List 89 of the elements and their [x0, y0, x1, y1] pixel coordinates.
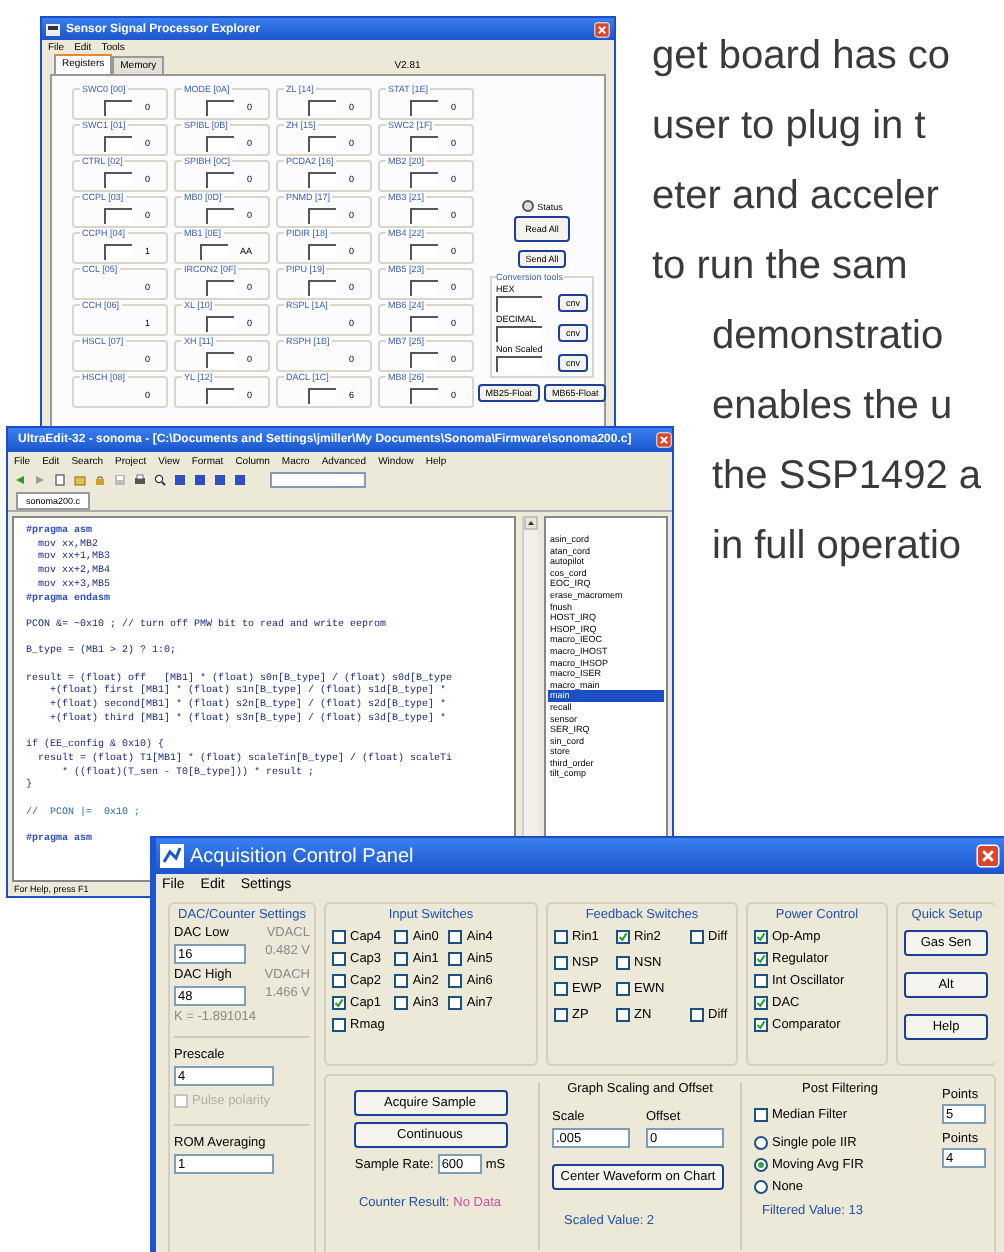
- checkbox[interactable]: [554, 930, 568, 944]
- article-text-line: user to plug in t: [652, 102, 928, 150]
- app-icon: [46, 23, 60, 35]
- register-field[interactable]: [410, 315, 439, 331]
- checkbox[interactable]: [616, 1008, 630, 1022]
- register-field[interactable]: [410, 171, 439, 187]
- register-field[interactable]: [308, 387, 337, 403]
- register-field[interactable]: [308, 243, 337, 259]
- close-icon[interactable]: [594, 21, 610, 37]
- checkbox[interactable]: [394, 974, 409, 988]
- status-led-icon: [521, 200, 534, 212]
- register-field[interactable]: [308, 171, 337, 187]
- close-icon[interactable]: [655, 432, 672, 448]
- square-icon[interactable]: [234, 474, 246, 486]
- article-text-line: get board has co: [652, 32, 952, 80]
- register-field[interactable]: [410, 99, 439, 115]
- register-field[interactable]: [104, 243, 133, 259]
- checkbox[interactable]: [448, 952, 463, 966]
- checkbox[interactable]: [754, 930, 768, 944]
- checkbox[interactable]: [754, 974, 768, 988]
- article-text-line: to run the sam: [652, 242, 910, 290]
- register-field[interactable]: [206, 171, 235, 187]
- register-field[interactable]: [410, 243, 439, 259]
- window-title: Acquisition Control Panel: [190, 845, 414, 867]
- radio-button[interactable]: [754, 1136, 768, 1150]
- register-field[interactable]: [308, 99, 337, 115]
- register-field[interactable]: [410, 351, 439, 367]
- register-field[interactable]: [308, 207, 337, 223]
- register-field[interactable]: [410, 279, 439, 295]
- checkbox[interactable]: [754, 1018, 768, 1032]
- register-field[interactable]: [104, 99, 133, 115]
- checkbox[interactable]: [332, 952, 346, 966]
- checkbox[interactable]: [448, 974, 463, 988]
- register-field[interactable]: [206, 351, 235, 367]
- checkbox[interactable]: [554, 982, 568, 996]
- register-field[interactable]: [206, 387, 235, 403]
- register-field[interactable]: [206, 135, 235, 151]
- checkbox[interactable]: [332, 1018, 346, 1032]
- register-field[interactable]: [206, 99, 235, 115]
- checkbox[interactable]: [394, 996, 409, 1010]
- checkbox[interactable]: [554, 956, 568, 970]
- square-icon[interactable]: [214, 474, 226, 486]
- register-field[interactable]: [410, 387, 439, 403]
- checkbox[interactable]: [448, 930, 463, 944]
- folder-icon[interactable]: [74, 474, 86, 486]
- checkbox[interactable]: [332, 996, 346, 1010]
- checkbox[interactable]: [332, 930, 346, 944]
- dropdown-field[interactable]: [270, 472, 366, 488]
- checkbox[interactable]: [394, 930, 409, 944]
- checkbox[interactable]: [690, 1008, 704, 1022]
- checkbox[interactable]: [616, 930, 630, 944]
- conversion-field[interactable]: [496, 355, 542, 371]
- register-field[interactable]: [104, 135, 133, 151]
- checkbox[interactable]: [332, 974, 346, 988]
- register-field[interactable]: [206, 279, 235, 295]
- register-field[interactable]: [206, 315, 235, 331]
- printer-icon[interactable]: [134, 474, 146, 486]
- checkbox[interactable]: [754, 1108, 768, 1122]
- register-field[interactable]: [308, 279, 337, 295]
- radio-button[interactable]: [754, 1180, 768, 1194]
- register-field[interactable]: [410, 207, 439, 223]
- checkbox[interactable]: [690, 930, 704, 944]
- page-icon[interactable]: [54, 474, 66, 486]
- close-icon[interactable]: [976, 844, 1000, 868]
- checkbox[interactable]: [554, 1008, 568, 1022]
- register-field[interactable]: [410, 135, 439, 151]
- register-field[interactable]: [104, 171, 133, 187]
- article-text-line: eter and acceler: [652, 172, 941, 220]
- checkbox[interactable]: [394, 952, 409, 966]
- app-icon: [160, 844, 184, 868]
- scroll-up-icon[interactable]: [524, 516, 538, 530]
- article-text-line: enables the u: [712, 382, 955, 430]
- checkbox[interactable]: [616, 956, 630, 970]
- article-text-line: the SSP1492 a: [712, 452, 982, 500]
- article-text-line: in full operatio: [712, 522, 964, 570]
- register-field[interactable]: [199, 243, 228, 259]
- square-icon[interactable]: [174, 474, 186, 486]
- arrow-left-icon[interactable]: [14, 474, 26, 486]
- checkbox[interactable]: [754, 952, 768, 966]
- register-field[interactable]: [206, 207, 235, 223]
- article-text-line: demonstratio: [712, 312, 946, 360]
- register-field[interactable]: [308, 135, 337, 151]
- checkbox[interactable]: [616, 982, 630, 996]
- register-field[interactable]: [104, 207, 133, 223]
- radio-button[interactable]: [754, 1158, 768, 1172]
- checkbox[interactable]: [448, 996, 463, 1010]
- magnifier-icon[interactable]: [154, 474, 166, 486]
- checkbox[interactable]: [754, 996, 768, 1010]
- square-icon[interactable]: [194, 474, 206, 486]
